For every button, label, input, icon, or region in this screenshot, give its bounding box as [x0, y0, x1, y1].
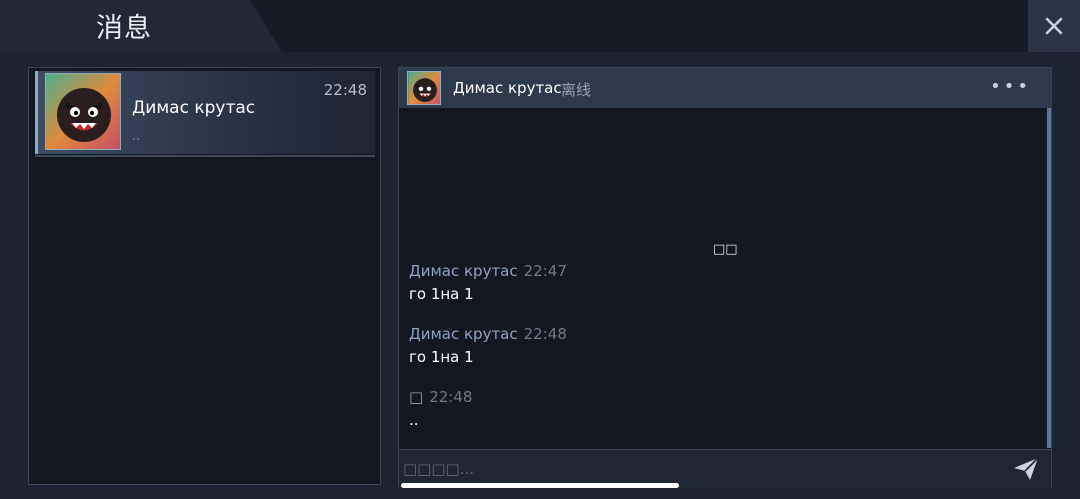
message-text: го 1на 1	[409, 285, 474, 303]
date-divider: □□	[713, 242, 738, 257]
angry-ball-avatar-icon	[46, 74, 120, 149]
chat-header: Димас крутас 离线 •••	[399, 68, 1051, 108]
top-bar: 消息	[0, 0, 1080, 52]
message-text: ..	[409, 411, 419, 429]
send-button[interactable]	[1013, 457, 1039, 481]
more-options-button[interactable]: •••	[990, 76, 1031, 97]
conversation-time: 22:48	[323, 81, 367, 99]
message-sender[interactable]: Димас крутас	[409, 325, 518, 343]
message-time: 22:48	[523, 325, 567, 343]
page-title: 消息	[96, 13, 152, 44]
message: Димас крутас 22:47 го 1на 1	[409, 262, 567, 303]
contact-avatar	[45, 73, 121, 150]
message-input-bar	[399, 449, 1051, 487]
message-input[interactable]	[403, 456, 993, 482]
message-time: 22:47	[523, 262, 567, 280]
conversation-preview: ..	[132, 129, 141, 144]
message-time: 22:48	[429, 388, 473, 406]
chat-status: 离线	[561, 81, 592, 99]
message-sender[interactable]: Димас крутас	[409, 262, 518, 280]
conversation-name: Димас крутас	[132, 98, 256, 118]
chat-scrollbar[interactable]	[1047, 108, 1051, 448]
message: □ 22:48 ..	[409, 388, 472, 429]
chat-avatar[interactable]	[407, 71, 441, 105]
message: Димас крутас 22:48 го 1на 1	[409, 325, 567, 366]
message-text: го 1на 1	[409, 348, 474, 366]
paper-plane-icon	[1014, 457, 1039, 480]
close-icon	[1045, 17, 1063, 35]
home-indicator[interactable]	[401, 483, 679, 488]
conversation-list: Димас крутас 22:48 ..	[28, 67, 381, 485]
message-sender: □	[409, 388, 424, 406]
close-button[interactable]	[1028, 0, 1080, 52]
conversation-item[interactable]: Димас крутас 22:48 ..	[35, 71, 375, 154]
chat-panel: Димас крутас 离线 ••• □□ Димас крутас 22:47…	[398, 67, 1052, 487]
angry-ball-avatar-icon	[408, 72, 440, 104]
conversation-divider	[35, 155, 375, 157]
chat-contact-name: Димас крутас	[453, 79, 562, 97]
